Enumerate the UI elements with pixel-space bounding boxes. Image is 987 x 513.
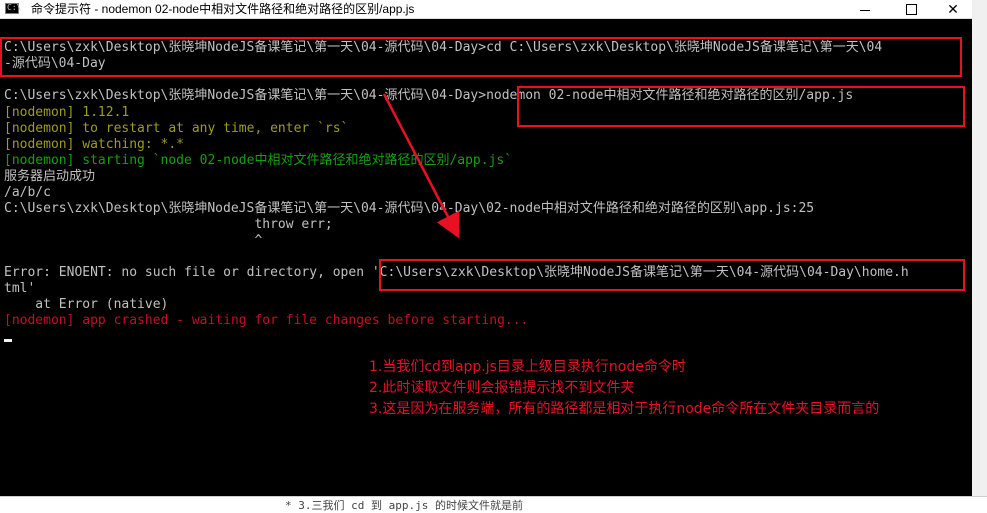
annotation-note-2: 2.此时读取文件则会报错提示找不到文件夹 (369, 380, 635, 396)
background-editor-text: * 3.三我们 cd 到 app.js 的时候文件就是前 (285, 499, 523, 512)
background-editor-strip: * 3.三我们 cd 到 app.js 的时候文件就是前 (0, 496, 987, 512)
annotation-arrow (382, 93, 460, 239)
annotation-note-3: 3.这是因为在服务端，所有的路径都是相对于执行node命令所在文件夹目录而言的 (369, 401, 880, 417)
background-window-edge (972, 0, 987, 510)
annotation-note-1: 1.当我们cd到app.js目录上级目录执行node命令时 (369, 359, 686, 375)
